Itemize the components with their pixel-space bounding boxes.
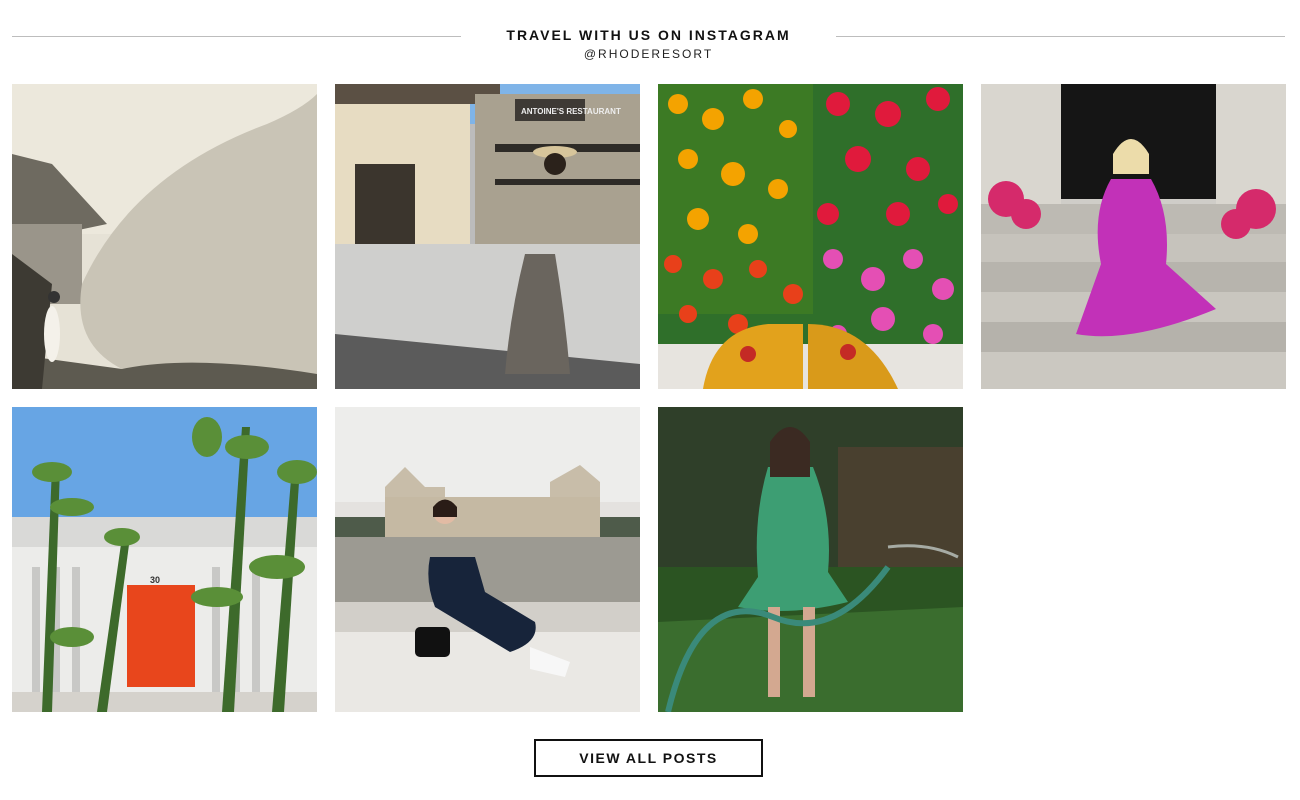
instagram-post-5[interactable]: 30 bbox=[12, 407, 317, 712]
divider-right bbox=[836, 36, 1285, 37]
post-image-garden bbox=[658, 407, 963, 712]
section-title: TRAVEL WITH US ON INSTAGRAM bbox=[506, 27, 791, 43]
instagram-post-4[interactable] bbox=[981, 84, 1286, 389]
post-image-street: ANTOINE'S RESTAURANT bbox=[335, 84, 640, 389]
divider-left bbox=[12, 36, 461, 37]
instagram-post-3[interactable] bbox=[658, 84, 963, 389]
instagram-post-6[interactable] bbox=[335, 407, 640, 712]
instagram-post-7[interactable] bbox=[658, 407, 963, 712]
post-image-orange-door: 30 bbox=[12, 407, 317, 712]
post-image-paris bbox=[335, 407, 640, 712]
instagram-post-2[interactable]: ANTOINE'S RESTAURANT bbox=[335, 84, 640, 389]
post-image-flowers bbox=[658, 84, 963, 389]
post-image-sculpture bbox=[12, 84, 317, 389]
post-image-stoop bbox=[981, 84, 1286, 389]
sign-text: ANTOINE'S RESTAURANT bbox=[521, 107, 621, 116]
instagram-post-1[interactable] bbox=[12, 84, 317, 389]
instagram-handle[interactable]: @RHODERESORT bbox=[461, 46, 836, 62]
door-number: 30 bbox=[150, 575, 160, 585]
instagram-header: TRAVEL WITH US ON INSTAGRAM @RHODERESORT bbox=[0, 26, 1300, 66]
view-all-posts-button[interactable]: VIEW ALL POSTS bbox=[534, 739, 763, 777]
header-text: TRAVEL WITH US ON INSTAGRAM @RHODERESORT bbox=[461, 26, 836, 62]
